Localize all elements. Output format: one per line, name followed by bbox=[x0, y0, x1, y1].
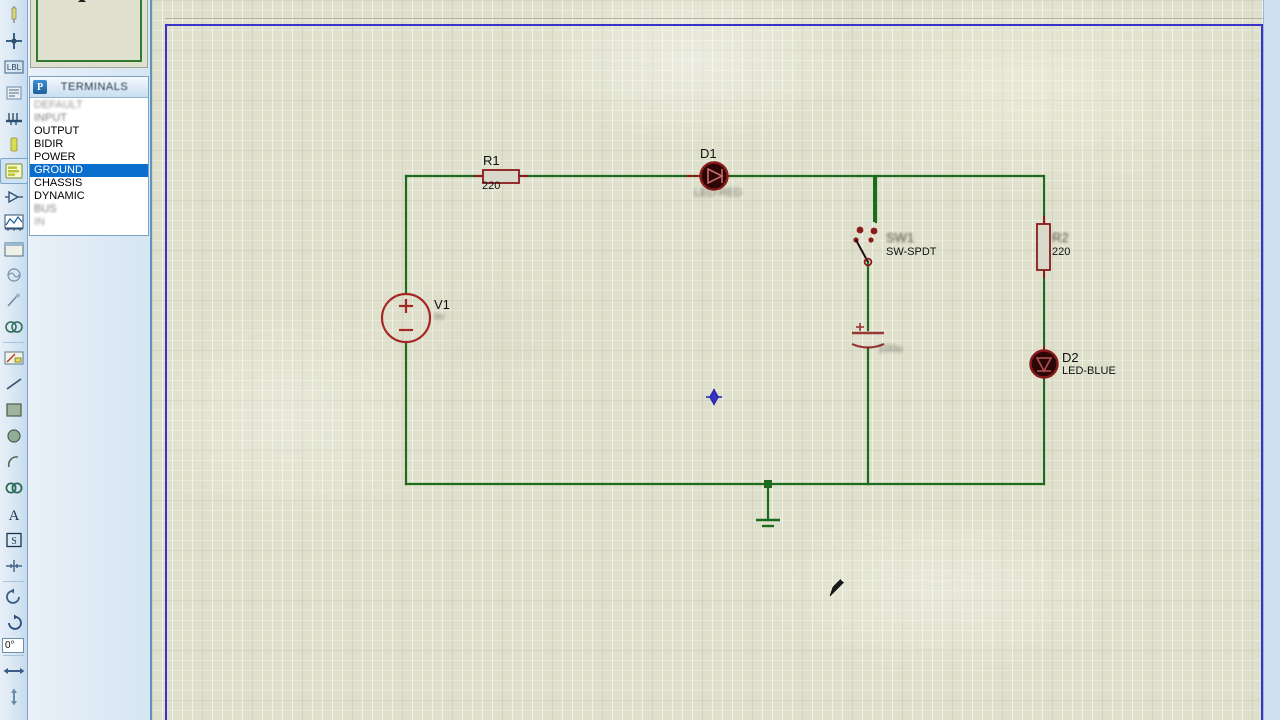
terminal-item-in[interactable]: IN bbox=[30, 216, 148, 229]
preview-content bbox=[34, 0, 144, 64]
label-sw1-ref: SW1 bbox=[886, 230, 915, 245]
battery-v1-symbol bbox=[380, 292, 432, 344]
arc-tool-icon[interactable] bbox=[0, 449, 28, 475]
label-v1-ref: V1 bbox=[434, 297, 450, 312]
box-tool-icon[interactable] bbox=[0, 397, 28, 423]
led-d2-symbol bbox=[1029, 346, 1059, 379]
subcircuit-icon[interactable] bbox=[0, 132, 28, 158]
terminal-item-bus[interactable]: BUS bbox=[30, 203, 148, 216]
proteus-badge-icon: P bbox=[33, 80, 47, 94]
terminals-panel-header: P TERMINALS bbox=[30, 77, 148, 98]
led-d1-symbol bbox=[686, 161, 730, 191]
origin-crosshair-marker bbox=[706, 388, 722, 406]
label-r2-ref: R2 bbox=[1052, 230, 1069, 245]
schematic-canvas[interactable]: R1 220 D1 LED-RED SW1 SW-SPDT R2 220 D2 … bbox=[152, 0, 1280, 720]
voltage-probe-icon[interactable] bbox=[0, 288, 28, 314]
svg-text:S: S bbox=[11, 536, 17, 547]
rotate-anticlockwise-icon[interactable] bbox=[0, 610, 28, 636]
tape-recorder-icon[interactable] bbox=[0, 236, 28, 262]
circle-tool-icon[interactable] bbox=[0, 423, 28, 449]
preview-schematic bbox=[78, 0, 86, 2]
ground-junction-dot bbox=[764, 480, 772, 488]
terminal-item-chassis[interactable]: CHASSIS bbox=[30, 177, 148, 190]
application-window: LBL A S 0° P TERMINALS DEFAULT INPUT OUT… bbox=[0, 0, 1280, 720]
bus-icon[interactable] bbox=[0, 106, 28, 132]
generator-icon[interactable] bbox=[0, 262, 28, 288]
terminals-list[interactable]: DEFAULT INPUT OUTPUT BIDIR POWER GROUND CHASSI… bbox=[30, 98, 148, 229]
pencil-cursor bbox=[829, 578, 845, 597]
svg-text:LBL: LBL bbox=[7, 63, 22, 72]
label-r1-ref: R1 bbox=[483, 153, 500, 168]
ground-terminal-symbol bbox=[756, 518, 780, 528]
text-tool-icon[interactable]: A bbox=[0, 501, 28, 527]
label-d2-value: LED-BLUE bbox=[1062, 365, 1116, 377]
vertical-scrollbar[interactable] bbox=[1263, 0, 1280, 720]
wire-label-icon[interactable]: LBL bbox=[0, 54, 28, 80]
svg-text:A: A bbox=[9, 508, 20, 523]
text-script-icon[interactable] bbox=[0, 80, 28, 106]
junction-dot-icon[interactable] bbox=[0, 28, 28, 54]
rotate-clockwise-icon[interactable] bbox=[0, 584, 28, 610]
mirror-vertical-icon[interactable] bbox=[0, 684, 28, 710]
graph-mode-icon[interactable] bbox=[0, 210, 28, 236]
terminal-item-ground[interactable]: GROUND bbox=[30, 164, 148, 177]
terminals-mode-icon[interactable] bbox=[0, 158, 28, 184]
resistor-r2-symbol bbox=[1036, 216, 1051, 278]
label-sw1-value: SW-SPDT bbox=[886, 246, 937, 258]
origin-marker-icon[interactable] bbox=[0, 553, 28, 579]
preview-pane[interactable] bbox=[30, 0, 148, 68]
terminals-panel-title: TERMINALS bbox=[60, 81, 129, 93]
device-pin-icon[interactable] bbox=[0, 184, 28, 210]
circuit-drawing bbox=[380, 161, 1059, 597]
terminal-item-bidir[interactable]: BIDIR bbox=[30, 138, 148, 151]
component-mode-icon[interactable] bbox=[0, 2, 28, 28]
toolbar-divider bbox=[3, 342, 24, 343]
label-d1-ref: D1 bbox=[700, 146, 717, 161]
label-d1-value: LED-RED bbox=[694, 187, 743, 199]
terminal-item-power[interactable]: POWER bbox=[30, 151, 148, 164]
label-c1-value: 100u bbox=[878, 343, 903, 355]
mirror-horizontal-icon[interactable] bbox=[0, 658, 28, 684]
terminal-item-input[interactable]: INPUT bbox=[30, 112, 148, 125]
switch-sw1-symbol bbox=[853, 226, 878, 267]
label-v1-value: 9V bbox=[434, 312, 446, 322]
path-tool-icon[interactable] bbox=[0, 475, 28, 501]
terminal-item-default[interactable]: DEFAULT bbox=[30, 99, 148, 112]
line-tool-icon[interactable] bbox=[0, 371, 28, 397]
object-selector-panel: P TERMINALS DEFAULT INPUT OUTPUT BIDIR POWER… bbox=[28, 0, 152, 720]
label-r1-value: 220 bbox=[482, 180, 501, 192]
terminal-item-output[interactable]: OUTPUT bbox=[30, 125, 148, 138]
label-r2-value: 220 bbox=[1052, 246, 1071, 258]
terminals-panel: P TERMINALS DEFAULT INPUT OUTPUT BIDIR POWER… bbox=[29, 76, 149, 236]
rotation-input[interactable]: 0° bbox=[2, 638, 24, 653]
symbol-tool-icon[interactable]: S bbox=[0, 527, 28, 553]
left-toolbar: LBL A S 0° bbox=[0, 0, 28, 720]
virtual-instrument-icon[interactable] bbox=[0, 314, 28, 340]
preview-wire-bottom bbox=[36, 60, 142, 62]
marker-tool-icon[interactable] bbox=[0, 345, 28, 371]
wire-network bbox=[404, 174, 1046, 522]
label-d2-ref: D2 bbox=[1062, 350, 1079, 365]
terminal-item-dynamic[interactable]: DYNAMIC bbox=[30, 190, 148, 203]
toolbar-divider-3 bbox=[3, 655, 24, 656]
toolbar-divider-2 bbox=[3, 581, 24, 582]
